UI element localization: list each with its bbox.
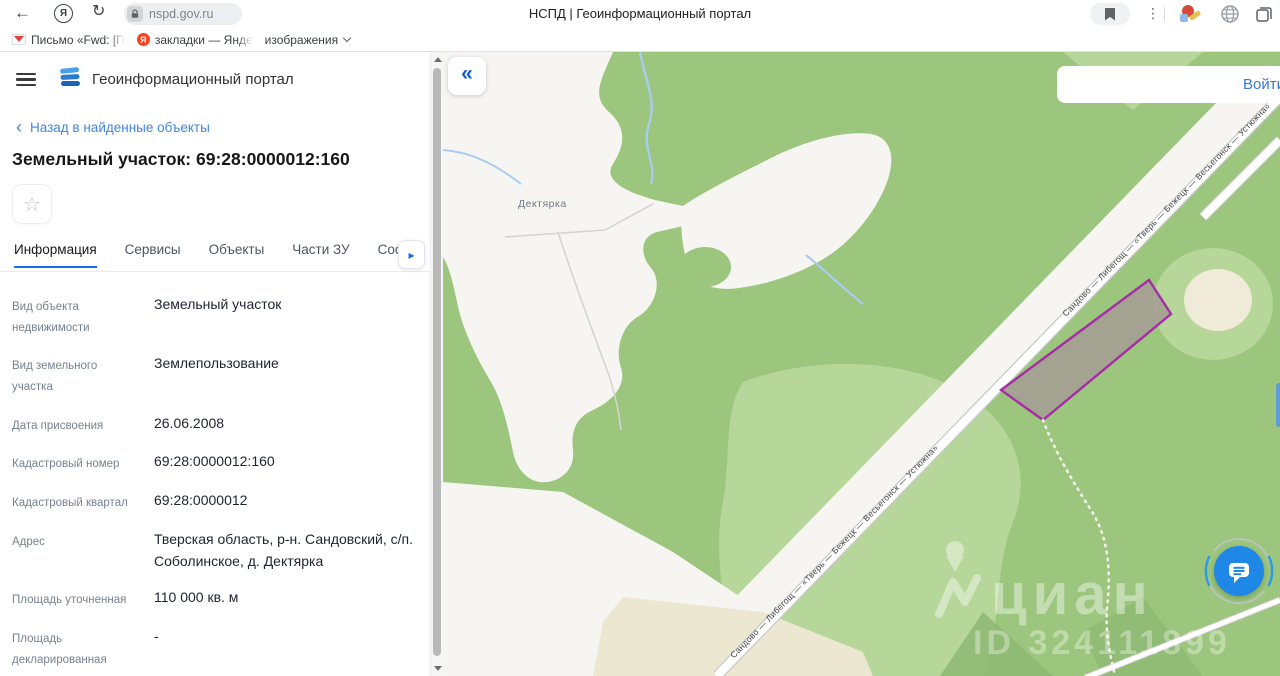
panel-scrollbar[interactable] bbox=[430, 52, 443, 676]
watermark-brand: циан bbox=[991, 562, 1154, 627]
parcel-title: Земельный участок: 69:28:0000012:160 bbox=[12, 149, 350, 169]
globe-icon[interactable] bbox=[1220, 4, 1240, 29]
star-icon: ☆ bbox=[23, 193, 41, 216]
field-row: Вид земельного участка Землепользование bbox=[12, 355, 279, 394]
chevron-right-icon: ▸ bbox=[408, 247, 415, 262]
mail-favicon-icon bbox=[12, 34, 26, 45]
yandex-browser-icon[interactable]: Я bbox=[54, 4, 73, 23]
lock-icon[interactable] bbox=[127, 6, 143, 22]
field-row: Кадастровый квартал 69:28:0000012 bbox=[12, 492, 248, 510]
bookmark-item-mail[interactable]: Письмо «Fwd: [П bbox=[12, 32, 125, 47]
browser-toolbar: ← Я ↻ nspd.gov.ru НСПД | Геоинформационн… bbox=[0, 0, 1280, 28]
chevron-left-icon: ‹ bbox=[16, 117, 22, 138]
yandex-favicon-icon: Я bbox=[136, 33, 150, 46]
hamburger-menu-icon[interactable] bbox=[16, 72, 36, 87]
bookmark-folder-images[interactable]: изображения bbox=[265, 33, 352, 47]
url-text: nspd.gov.ru bbox=[149, 7, 214, 21]
field-row: Площадь уточненная 110 000 кв. м bbox=[12, 589, 239, 607]
double-chevron-left-icon: « bbox=[461, 62, 473, 85]
field-row: Дата присвоения 26.06.2008 bbox=[12, 414, 225, 432]
chat-button[interactable] bbox=[1214, 546, 1264, 596]
collapse-panel-button[interactable]: « bbox=[448, 57, 486, 95]
login-bar[interactable]: Войти bbox=[1057, 66, 1280, 103]
tab-services[interactable]: Сервисы bbox=[125, 242, 181, 266]
browser-menu-icon[interactable]: ⋮ bbox=[1146, 6, 1160, 20]
watermark-id: ID 324111899 bbox=[973, 624, 1231, 662]
scroll-down-arrow-icon[interactable] bbox=[433, 666, 442, 671]
chat-fab-wrap bbox=[1203, 535, 1275, 607]
favorite-star-button[interactable]: ☆ bbox=[12, 184, 52, 224]
panel-header: Геоинформационный портал bbox=[0, 52, 430, 94]
field-row: Вид объекта недвижимости Земельный участ… bbox=[12, 296, 282, 334]
chevron-down-icon bbox=[342, 33, 352, 43]
bookmarks-bar: Письмо «Fwd: [П Я закладки — Янде изобра… bbox=[0, 28, 1280, 52]
map-svg: Сандово — Либегощ — «Тверь — Бежецк — Ве… bbox=[443, 52, 1280, 676]
address-bar[interactable]: nspd.gov.ru bbox=[124, 3, 242, 25]
app-title: Геоинформационный портал bbox=[92, 71, 294, 88]
chat-bubble-icon bbox=[1229, 563, 1249, 583]
bookmark-flag-icon bbox=[1105, 7, 1115, 21]
scroll-up-arrow-icon[interactable] bbox=[433, 57, 442, 62]
scrollbar-thumb[interactable] bbox=[433, 68, 441, 656]
map-canvas[interactable]: Сандово — Либегощ — «Тверь — Бежецк — Ве… bbox=[443, 52, 1280, 676]
tab-parcel-parts[interactable]: Части ЗУ bbox=[292, 242, 349, 266]
tab-information[interactable]: Информация bbox=[14, 242, 97, 268]
field-row: Адрес Тверская область, р-н. Сандовский,… bbox=[12, 530, 413, 569]
login-button[interactable]: Войти bbox=[1243, 76, 1280, 93]
village-label: Дектярка bbox=[518, 198, 567, 210]
map-control-partial[interactable] bbox=[1276, 383, 1280, 427]
field-row: Площадь декларированная - bbox=[12, 627, 159, 666]
reload-icon[interactable]: ↻ bbox=[92, 4, 105, 20]
toolbar-divider bbox=[1164, 7, 1165, 21]
tab-objects[interactable]: Объекты bbox=[209, 242, 265, 266]
nspd-logo-icon bbox=[58, 65, 82, 94]
browser-back-icon[interactable]: ← bbox=[14, 4, 31, 21]
tab-panels-icon[interactable] bbox=[1254, 4, 1274, 29]
fields-list: Вид объекта недвижимости Земельный участ… bbox=[0, 272, 430, 676]
panel-tabs: Информация Сервисы Объекты Части ЗУ Сост… bbox=[0, 240, 430, 272]
bookmark-flag-button[interactable] bbox=[1090, 3, 1130, 25]
extension-icon[interactable] bbox=[1180, 4, 1202, 24]
back-to-results-link[interactable]: ‹ Назад в найденные объекты bbox=[16, 117, 430, 138]
bookmark-item-yandex[interactable]: Я закладки — Янде bbox=[136, 32, 253, 47]
field-row: Кадастровый номер 69:28:0000012:160 bbox=[12, 453, 275, 471]
tabs-scroll-right-button[interactable]: ▸ bbox=[398, 240, 425, 269]
info-panel: Геоинформационный портал ‹ Назад в найде… bbox=[0, 52, 430, 676]
